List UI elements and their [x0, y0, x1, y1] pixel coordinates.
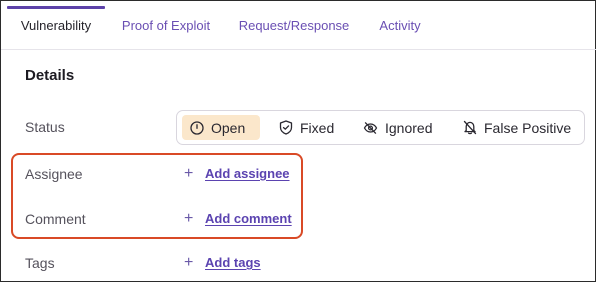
add-assignee-button[interactable]: + Add assignee: [184, 164, 290, 182]
status-option-fixed[interactable]: Fixed: [271, 115, 342, 140]
tab-request-response[interactable]: Request/Response: [231, 1, 357, 50]
status-option-label: Ignored: [385, 119, 433, 136]
bell-off-icon: [463, 120, 477, 135]
status-option-label: False Positive: [484, 119, 572, 136]
tab-activity[interactable]: Activity: [369, 1, 431, 50]
tab-proof-of-exploit[interactable]: Proof of Exploit: [113, 1, 219, 50]
plus-icon: +: [184, 164, 194, 182]
add-comment-button[interactable]: + Add comment: [184, 209, 292, 227]
tags-label: Tags: [25, 255, 55, 271]
plus-icon: +: [184, 253, 194, 271]
add-assignee-link-text: Add assignee: [205, 166, 290, 181]
plus-icon: +: [184, 209, 194, 227]
assignee-label: Assignee: [25, 166, 83, 182]
comment-label: Comment: [25, 211, 86, 227]
status-option-ignored[interactable]: Ignored: [355, 115, 440, 140]
status-option-open[interactable]: Open: [182, 115, 260, 140]
status-option-label: Open: [211, 119, 246, 136]
add-comment-link-text: Add comment: [205, 211, 292, 226]
add-tags-button[interactable]: + Add tags: [184, 253, 261, 271]
tab-bar: Vulnerability Proof of Exploit Request/R…: [1, 1, 596, 50]
status-option-label: Fixed: [300, 119, 335, 136]
details-heading: Details: [25, 67, 75, 84]
add-tags-link-text: Add tags: [205, 255, 261, 270]
status-label: Status: [25, 119, 65, 135]
clock-icon: [190, 120, 204, 135]
status-option-false-positive[interactable]: False Positive: [455, 115, 579, 140]
shield-check-icon: [279, 120, 293, 135]
tab-vulnerability[interactable]: Vulnerability: [9, 1, 103, 50]
status-selector: Open Fixed Ignored False Positive: [176, 110, 585, 145]
panel-frame: Vulnerability Proof of Exploit Request/R…: [0, 0, 596, 282]
eye-off-icon: [363, 121, 378, 134]
